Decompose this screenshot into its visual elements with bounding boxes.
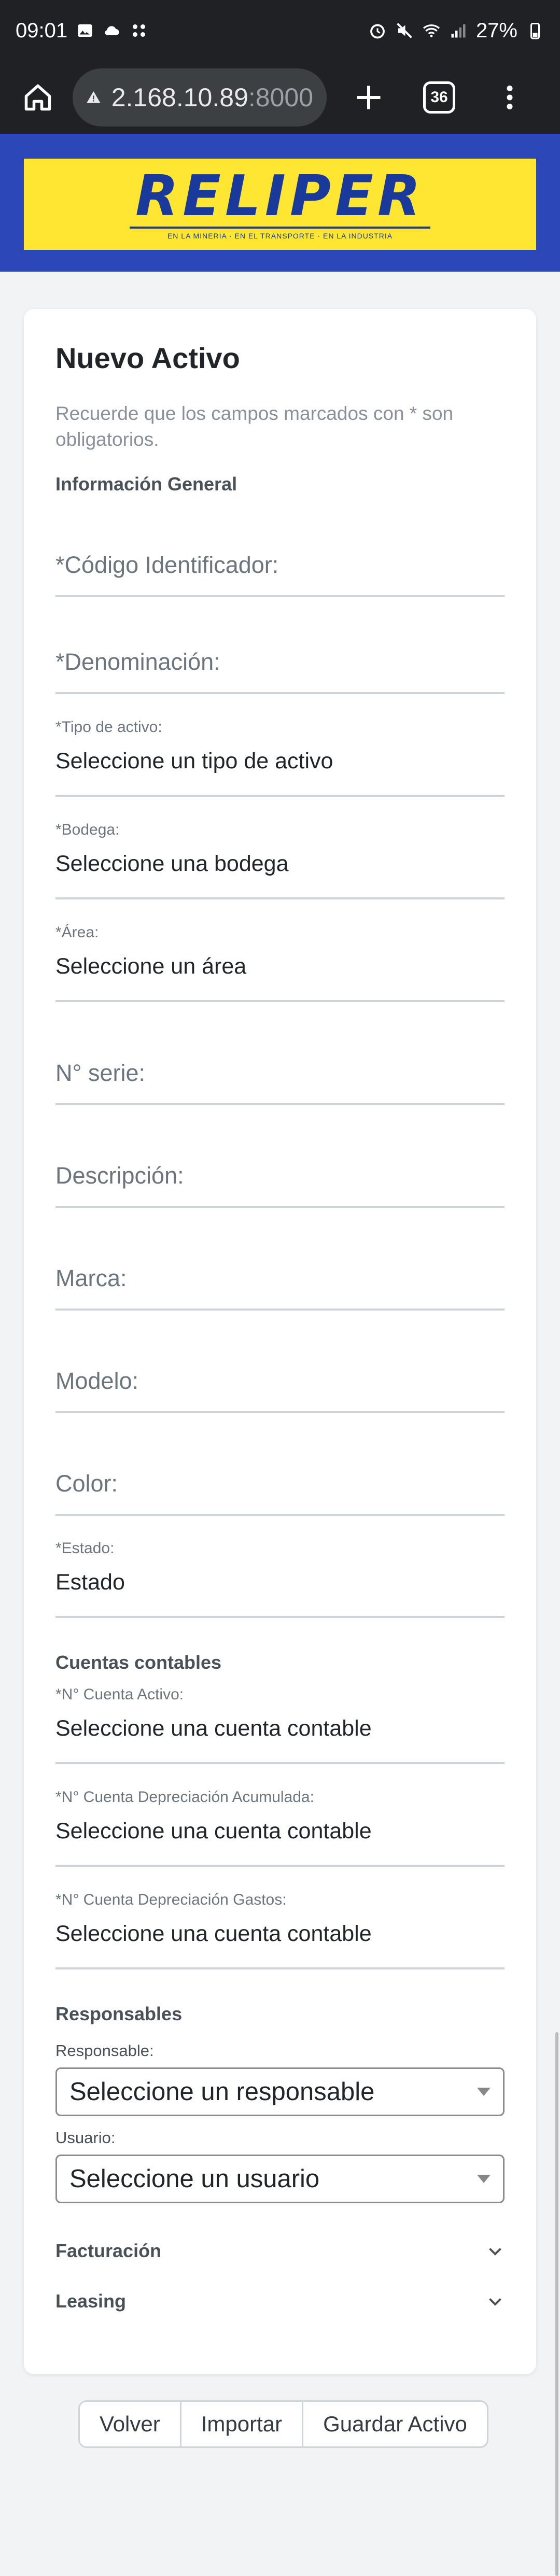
cuenta-dep-acumulada-value: Seleccione una cuenta contable (55, 1819, 372, 1843)
required-note: Recuerde que los campos marcados con * s… (55, 403, 454, 450)
import-button[interactable]: Importar (179, 2402, 302, 2446)
apps-icon (133, 24, 146, 37)
cloud-icon (105, 26, 119, 35)
color-field[interactable]: Color: (55, 1470, 505, 1516)
leasing-label: Leasing (55, 2290, 127, 2312)
url-port: :8000 (248, 83, 313, 112)
tab-count: 36 (423, 81, 455, 114)
status-bar: 09:01 27% (0, 0, 560, 61)
status-bar-right: 27% (368, 19, 544, 43)
signal-icon (451, 24, 466, 38)
chevron-down-icon (489, 2248, 501, 2256)
battery-icon (530, 23, 540, 39)
cuenta-activo-select[interactable]: *N° Cuenta Activo: Seleccione una cuenta… (55, 1686, 505, 1764)
status-bar-left: 09:01 (16, 19, 148, 43)
cuenta-dep-gastos-value: Seleccione una cuenta contable (55, 1921, 372, 1946)
url-text: 2.168.10.89:8000 (111, 82, 313, 112)
bodega-value: Seleccione una bodega (55, 851, 289, 876)
area-select[interactable]: *Área: Seleccione un área (55, 924, 505, 1002)
marca-field[interactable]: Marca: (55, 1265, 505, 1311)
plus-icon (357, 86, 381, 109)
section-cuentas: Cuentas contables (55, 1652, 222, 1673)
brand-logo-underline (130, 227, 430, 229)
estado-label: *Estado: (55, 1540, 115, 1557)
address-bar[interactable]: 2.168.10.89:8000 (73, 68, 327, 126)
brand-logo-box: RELIPER EN LA MINERIA · EN EL TRANSPORTE… (24, 159, 536, 250)
area-label: *Área: (55, 924, 99, 941)
browser-toolbar: 2.168.10.89:8000 36 (0, 61, 560, 134)
facturacion-label: Facturación (55, 2240, 162, 2261)
descripcion-field[interactable]: Descripción: (55, 1162, 505, 1208)
usuario-label: Usuario: (55, 2129, 116, 2147)
new-tab-button[interactable] (346, 75, 391, 120)
cuenta-activo-label: *N° Cuenta Activo: (55, 1686, 184, 1703)
responsable-dropdown[interactable]: Seleccione un responsable (55, 2067, 505, 2116)
caret-down-icon (477, 2088, 491, 2096)
brand-logo: RELIPER (135, 164, 425, 229)
codigo-field[interactable]: *Código Identificador: (55, 552, 505, 597)
serie-placeholder: N° serie: (55, 1060, 146, 1086)
caret-down-icon (477, 2175, 491, 2183)
marca-placeholder: Marca: (55, 1265, 127, 1291)
cuenta-activo-value: Seleccione una cuenta contable (55, 1716, 372, 1741)
tab-switcher-button[interactable]: 36 (417, 75, 461, 120)
cuenta-dep-gastos-select[interactable]: *N° Cuenta Depreciación Gastos: Seleccio… (55, 1891, 505, 1969)
action-button-group: Volver Importar Guardar Activo (78, 2400, 488, 2448)
section-responsables: Responsables (55, 2003, 183, 2024)
bodega-select[interactable]: *Bodega: Seleccione una bodega (55, 821, 505, 899)
modelo-placeholder: Modelo: (55, 1368, 139, 1394)
color-placeholder: Color: (55, 1470, 118, 1497)
save-asset-button[interactable]: Guardar Activo (302, 2402, 487, 2446)
accordion-facturacion[interactable]: Facturación (55, 2240, 505, 2262)
chevron-down-icon (489, 2298, 501, 2306)
denominacion-placeholder: *Denominación: (55, 649, 220, 675)
cuenta-dep-acumulada-select[interactable]: *N° Cuenta Depreciación Acumulada: Selec… (55, 1789, 505, 1867)
estado-value: Estado (55, 1570, 125, 1595)
mute-icon (397, 23, 412, 38)
menu-button[interactable] (487, 75, 532, 120)
descripcion-placeholder: Descripción: (55, 1162, 184, 1189)
back-button[interactable]: Volver (80, 2402, 180, 2446)
usuario-value: Seleccione un usuario (69, 2165, 320, 2193)
bodega-label: *Bodega: (55, 821, 120, 838)
clock: 09:01 (16, 19, 68, 42)
brand-tagline: EN LA MINERIA · EN EL TRANSPORTE · EN LA… (167, 232, 393, 240)
usuario-dropdown[interactable]: Seleccione un usuario (55, 2155, 505, 2203)
section-general: Información General (55, 473, 237, 495)
serie-field[interactable]: N° serie: (55, 1060, 505, 1105)
brand-header: RELIPER EN LA MINERIA · EN EL TRANSPORTE… (0, 134, 560, 272)
modelo-field[interactable]: Modelo: (55, 1368, 505, 1413)
image-icon (78, 24, 92, 37)
warning-icon (87, 91, 101, 103)
home-icon (24, 84, 51, 111)
battery-percent: 27% (475, 19, 517, 42)
page-title: Nuevo Activo (55, 342, 240, 374)
alarm-icon (370, 24, 385, 39)
accordion-leasing[interactable]: Leasing (55, 2290, 505, 2312)
codigo-placeholder: *Código Identificador: (55, 552, 279, 578)
tipo-activo-select[interactable]: *Tipo de activo: Seleccione un tipo de a… (55, 719, 505, 797)
denominacion-field[interactable]: *Denominación: (55, 649, 505, 694)
home-button[interactable] (16, 75, 60, 120)
asset-form-card: Nuevo Activo Recuerde que los campos mar… (24, 309, 536, 2374)
estado-select[interactable]: *Estado: Estado (55, 1540, 505, 1618)
cuenta-dep-acumulada-label: *N° Cuenta Depreciación Acumulada: (55, 1789, 314, 1806)
responsable-label: Responsable: (55, 2042, 154, 2060)
url-host: 2.168.10.89 (111, 83, 248, 112)
tipo-activo-value: Seleccione un tipo de activo (55, 749, 333, 773)
area-value: Seleccione un área (55, 954, 247, 979)
more-vert-icon (507, 86, 513, 109)
tipo-activo-label: *Tipo de activo: (55, 719, 162, 736)
responsable-value: Seleccione un responsable (69, 2078, 375, 2106)
page-scrollbar[interactable] (555, 2032, 558, 2576)
cuenta-dep-gastos-label: *N° Cuenta Depreciación Gastos: (55, 1891, 287, 1908)
wifi-icon (423, 24, 440, 37)
